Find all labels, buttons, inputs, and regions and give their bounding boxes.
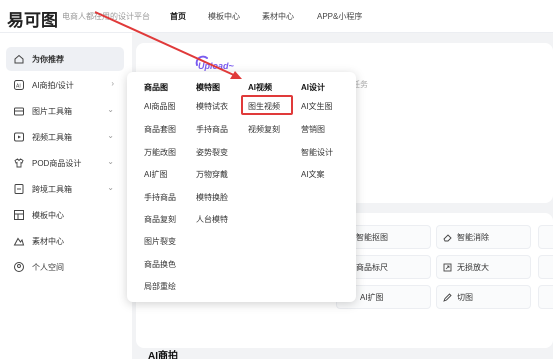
- upload-tag: Upload~: [198, 61, 234, 71]
- image-tools-icon: [14, 107, 24, 116]
- menu-item[interactable]: 手持商品: [144, 192, 176, 203]
- sidebar-item-cross-border[interactable]: 跨境工具箱 ⌄: [6, 177, 124, 201]
- sidebar-item-label: 模板中心: [32, 210, 64, 220]
- svg-text:AI: AI: [16, 84, 21, 90]
- menu-item[interactable]: 姿势裂变: [196, 147, 228, 158]
- tool-label: 切图: [457, 292, 473, 302]
- menu-item[interactable]: 模特试衣: [196, 101, 228, 112]
- tool-label: 无损放大: [457, 262, 489, 272]
- menu-item[interactable]: 营销图: [301, 124, 325, 135]
- sidebar-item-image-tools[interactable]: 图片工具箱 ⌄: [6, 99, 124, 123]
- cross-border-icon: [14, 184, 24, 194]
- ai-icon: AI: [14, 80, 24, 90]
- material-icon: [13, 237, 25, 246]
- nav-home[interactable]: 首页: [170, 11, 186, 22]
- menu-item[interactable]: 商品套图: [144, 124, 176, 135]
- nav-app[interactable]: APP&小程序: [317, 11, 362, 22]
- pod-icon: [14, 158, 24, 168]
- menu-item[interactable]: 商品换色: [144, 259, 176, 270]
- home-icon: [14, 54, 24, 64]
- tool-upscale-item: 无损放大: [443, 256, 489, 278]
- sidebar-item-ai-design[interactable]: AI AI商拍/设计 ›: [6, 73, 124, 97]
- chevron-down-icon: ⌄: [107, 157, 114, 166]
- menu-item[interactable]: 智能设计: [301, 147, 333, 158]
- chevron-down-icon: ⌄: [107, 183, 114, 192]
- tool-partial[interactable]: [538, 285, 553, 309]
- sidebar-item-templates[interactable]: 模板中心: [6, 203, 124, 227]
- tool-partial[interactable]: [538, 255, 553, 279]
- chevron-down-icon: ⌄: [107, 131, 114, 140]
- tool-smart-cutout-label: 智能抠图: [356, 232, 388, 242]
- column-header-ai-design: AI设计: [301, 83, 325, 92]
- tool-product-ruler-label: 商品标尺: [356, 262, 388, 272]
- sidebar-item-label: 视频工具箱: [32, 132, 72, 142]
- top-bar: 易可图 电商人都在用的设计平台 首页 模板中心 素材中心 APP&小程序: [0, 0, 553, 33]
- eraser-icon: [443, 233, 452, 241]
- menu-item[interactable]: 手持商品: [196, 124, 228, 135]
- sidebar: 为你推荐 AI AI商拍/设计 › 图片工具箱 ⌄ 视频工具箱 ⌄ POD商品设…: [0, 33, 132, 359]
- chevron-right-icon: ›: [111, 79, 114, 88]
- sidebar-item-materials[interactable]: 素材中心: [6, 229, 124, 253]
- sidebar-item-label: 跨境工具箱: [32, 184, 72, 194]
- user-icon: [14, 262, 24, 272]
- chevron-down-icon: ⌄: [107, 105, 114, 114]
- column-header-product: 商品图: [144, 83, 168, 92]
- sidebar-item-label: AI商拍/设计: [32, 80, 74, 90]
- sidebar-item-pod[interactable]: POD商品设计 ⌄: [6, 151, 124, 175]
- upscale-icon: [443, 263, 452, 271]
- menu-item[interactable]: AI商品图: [144, 101, 176, 112]
- menu-item[interactable]: 模特换脸: [196, 192, 228, 203]
- sidebar-item-video-tools[interactable]: 视频工具箱 ⌄: [6, 125, 124, 149]
- highlight-box: [241, 95, 293, 115]
- menu-item[interactable]: 视频复刻: [248, 124, 280, 135]
- logo[interactable]: 易可图: [7, 6, 58, 31]
- tool-label: 智能消除: [457, 232, 489, 242]
- ai-design-dropdown: 商品图 AI商品图 商品套图 万能改图 AI扩图 手持商品 商品复刻 图片裂变 …: [127, 72, 356, 302]
- template-icon: [14, 210, 24, 220]
- slogan: 电商人都在用的设计平台: [62, 12, 150, 21]
- menu-item[interactable]: 图片裂变: [144, 236, 176, 247]
- sidebar-item-label: 个人空间: [32, 262, 64, 272]
- section-title: AI商拍: [148, 351, 178, 359]
- menu-item[interactable]: AI文案: [301, 169, 325, 180]
- menu-item[interactable]: AI文生图: [301, 101, 333, 112]
- nav-templates[interactable]: 模板中心: [208, 11, 240, 22]
- column-header-ai-video: AI视频: [248, 83, 272, 92]
- menu-item[interactable]: 万能改图: [144, 147, 176, 158]
- tool-slice-item: 切图: [443, 286, 473, 308]
- sidebar-item-recommend[interactable]: 为你推荐: [6, 47, 124, 71]
- menu-item[interactable]: 局部重绘: [144, 281, 176, 292]
- video-tools-icon: [14, 132, 24, 142]
- menu-item[interactable]: 万物穿戴: [196, 169, 228, 180]
- sidebar-item-personal[interactable]: 个人空间: [6, 255, 124, 279]
- tool-smart-erase-item: 智能消除: [443, 226, 489, 248]
- tool-label: AI扩图: [360, 292, 384, 302]
- menu-item[interactable]: 商品复刻: [144, 214, 176, 225]
- nav-materials[interactable]: 素材中心: [262, 11, 294, 22]
- sidebar-item-label: 为你推荐: [32, 54, 64, 64]
- menu-item[interactable]: 人台模特: [196, 214, 228, 225]
- column-header-model: 模特图: [196, 83, 220, 92]
- pen-icon: [443, 292, 452, 302]
- sidebar-item-label: 素材中心: [32, 236, 64, 246]
- sidebar-item-label: POD商品设计: [32, 158, 82, 168]
- tool-partial[interactable]: [538, 225, 553, 249]
- sidebar-item-label: 图片工具箱: [32, 106, 72, 116]
- menu-item[interactable]: AI扩图: [144, 169, 168, 180]
